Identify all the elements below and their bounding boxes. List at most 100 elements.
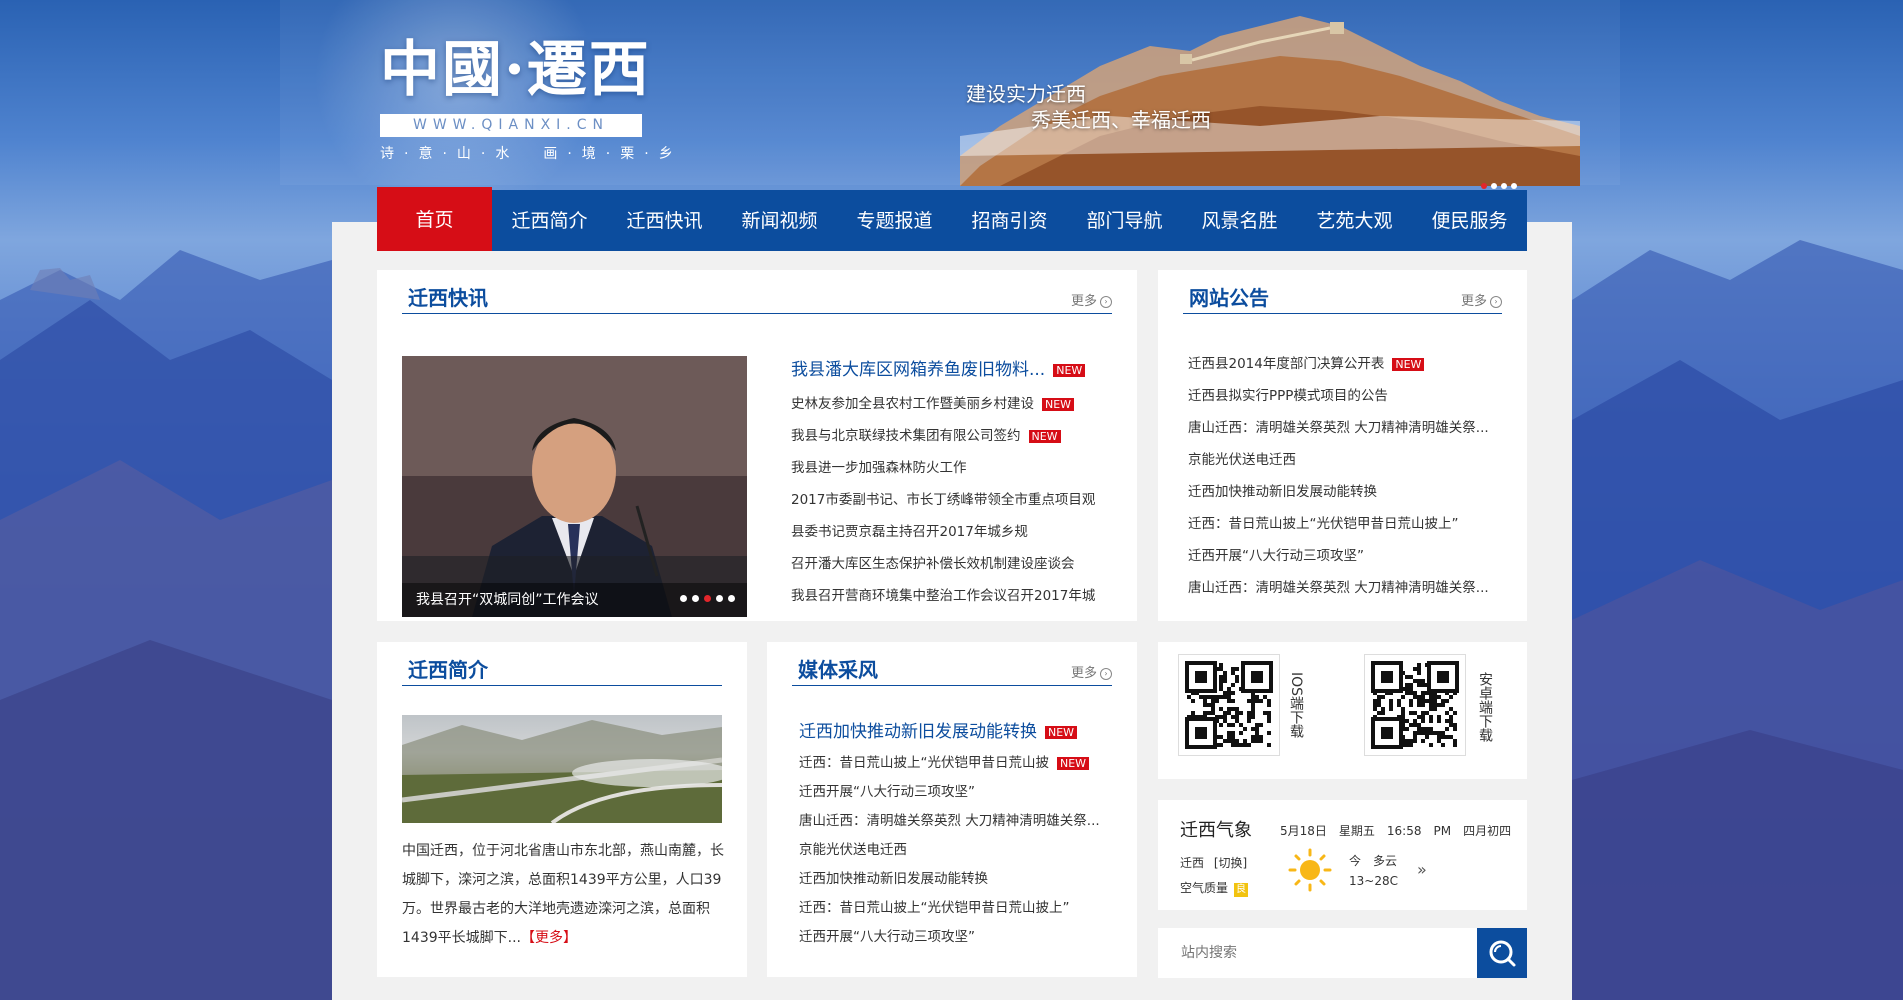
news-panel-title: 迁西快讯 xyxy=(408,286,488,310)
list-item[interactable]: 我县潘大库区网箱养鱼废旧物料... NEW xyxy=(791,352,1116,388)
notice-panel: 网站公告 更多 › 迁西县2014年度部门决算公开表 NEW 迁西县拟实行PPP模式项… xyxy=(1158,270,1527,621)
intro-more-link[interactable]: 【更多】 xyxy=(521,930,577,946)
slide-dot[interactable] xyxy=(728,595,735,602)
notice-panel-title: 网站公告 xyxy=(1189,286,1269,310)
list-item[interactable]: 我县召开营商环境集中整治工作会议召开2017年城 xyxy=(791,580,1116,612)
logo-url: WWW.QIANXI.CN xyxy=(380,114,642,137)
media-more-link[interactable]: 更多 › xyxy=(1071,662,1112,681)
list-item[interactable]: 京能光伏送电迁西 xyxy=(799,836,1124,865)
nav-video[interactable]: 新闻视频 xyxy=(722,190,837,251)
nav-departments[interactable]: 部门导航 xyxy=(1067,190,1182,251)
search-icon xyxy=(1489,940,1516,967)
list-item[interactable]: 我县进一步加强森林防火工作 xyxy=(791,452,1116,484)
site-logo[interactable]: 中國·遷西 WWW.QIANXI.CN 诗·意·山·水 画·境·栗·乡 xyxy=(380,38,683,163)
weather-switch-link[interactable]: [切换] xyxy=(1214,856,1247,870)
banner-dot[interactable] xyxy=(1491,183,1497,189)
notice-panel-header: 网站公告 更多 › xyxy=(1183,283,1502,314)
list-item-text: 唐山迁西：清明雄关祭英烈 大刀精神清明雄关祭... xyxy=(799,813,1100,829)
media-panel-title: 媒体采风 xyxy=(798,658,878,682)
search-input[interactable] xyxy=(1158,928,1468,978)
chevron-right-icon: › xyxy=(1100,295,1112,308)
android-download-label[interactable]: 安卓端下载 xyxy=(1475,672,1495,746)
banner-dot[interactable] xyxy=(1481,183,1487,189)
list-item[interactable]: 唐山迁西：清明雄关祭英烈 大刀精神清明雄关祭... xyxy=(799,807,1124,836)
sunny-weather-icon xyxy=(1288,848,1332,892)
list-item[interactable]: 唐山迁西：清明雄关祭英烈 大刀精神清明雄关祭... xyxy=(1188,572,1508,604)
nav-news[interactable]: 迁西快讯 xyxy=(607,190,722,251)
list-item-text: 县委书记贾京磊主持召开2017年城乡规 xyxy=(791,524,1028,540)
slide-dot[interactable] xyxy=(692,595,699,602)
nav-arts[interactable]: 艺苑大观 xyxy=(1297,190,1412,251)
list-item-text: 2017市委副书记、市长丁绣峰带领全市重点项目观 xyxy=(791,492,1096,508)
list-item[interactable]: 史林友参加全县农村工作暨美丽乡村建设 NEW xyxy=(791,388,1116,420)
list-item-text: 迁西：昔日荒山披上“光伏铠甲昔日荒山披上” xyxy=(799,900,1070,916)
news-panel: 迁西快讯 更多 › 我县召开“双城同创”工作会议 我县潘大库区网箱养鱼废旧物料..… xyxy=(377,270,1137,621)
intro-photo[interactable] xyxy=(402,715,722,823)
slide-dot[interactable] xyxy=(704,595,711,602)
list-item[interactable]: 迁西开展“八大行动三项攻坚” xyxy=(799,923,1124,952)
qr-code-icon xyxy=(1371,661,1459,749)
list-item[interactable]: 唐山迁西：清明雄关祭英烈 大刀精神清明雄关祭... xyxy=(1188,412,1508,444)
more-label: 更多 xyxy=(1460,294,1487,309)
new-badge: NEW xyxy=(1042,397,1075,411)
air-quality-label: 空气质量 xyxy=(1180,881,1229,895)
site-search xyxy=(1158,928,1527,978)
list-item-text: 迁西加快推动新旧发展动能转换 xyxy=(799,871,988,887)
nav-intro[interactable]: 迁西简介 xyxy=(492,190,607,251)
slide-dot[interactable] xyxy=(680,595,687,602)
list-item-text: 我县召开营商环境集中整治工作会议召开2017年城 xyxy=(791,588,1096,604)
new-badge: NEW xyxy=(1392,357,1425,371)
list-item-text: 我县潘大库区网箱养鱼废旧物料... xyxy=(791,360,1046,380)
air-quality-badge: 良 xyxy=(1234,883,1249,897)
weather-title: 迁西气象 xyxy=(1180,820,1252,841)
list-item[interactable]: 迁西加快推动新旧发展动能转换 xyxy=(1188,476,1508,508)
new-badge: NEW xyxy=(1045,725,1078,739)
list-item[interactable]: 迁西加快推动新旧发展动能转换 NEW xyxy=(799,716,1124,749)
list-item[interactable]: 迁西县2014年度部门决算公开表 NEW xyxy=(1188,348,1508,380)
news-slideshow[interactable]: 我县召开“双城同创”工作会议 xyxy=(402,356,747,617)
qr-code-icon xyxy=(1185,661,1273,749)
list-item[interactable]: 迁西县拟实行PPP模式项目的公告 xyxy=(1188,380,1508,412)
list-item-text: 唐山迁西：清明雄关祭英烈 大刀精神清明雄关祭... xyxy=(1188,420,1489,436)
list-item[interactable]: 迁西开展“八大行动三项攻坚” xyxy=(1188,540,1508,572)
list-item[interactable]: 京能光伏送电迁西 xyxy=(1188,444,1508,476)
more-label: 更多 xyxy=(1070,294,1097,309)
list-item[interactable]: 2017市委副书记、市长丁绣峰带领全市重点项目观 xyxy=(791,484,1116,516)
list-item[interactable]: 我县与北京联绿技术集团有限公司签约 NEW xyxy=(791,420,1116,452)
list-item-text: 史林友参加全县农村工作暨美丽乡村建设 xyxy=(791,396,1034,412)
nav-investment[interactable]: 招商引资 xyxy=(952,190,1067,251)
list-item-text: 迁西：昔日荒山披上“光伏铠甲昔日荒山披上” xyxy=(1188,516,1459,532)
news-more-link[interactable]: 更多 › xyxy=(1071,290,1112,309)
slide-pager xyxy=(675,587,735,606)
nav-scenery[interactable]: 风景名胜 xyxy=(1182,190,1297,251)
weather-forecast-arrow-icon[interactable]: » xyxy=(1417,860,1427,879)
list-item[interactable]: 迁西加快推动新旧发展动能转换 xyxy=(799,865,1124,894)
search-button[interactable] xyxy=(1477,928,1527,978)
logo-motto: 诗·意·山·水 画·境·栗·乡 xyxy=(380,146,683,162)
intro-panel-header: 迁西简介 xyxy=(402,655,722,686)
ios-download-label[interactable]: IOS端下载 xyxy=(1286,672,1306,742)
notice-more-link[interactable]: 更多 › xyxy=(1461,290,1502,309)
banner-dot[interactable] xyxy=(1511,183,1517,189)
android-qr-code[interactable] xyxy=(1364,654,1466,756)
news-list: 我县潘大库区网箱养鱼废旧物料... NEW 史林友参加全县农村工作暨美丽乡村建设 NE… xyxy=(791,352,1116,612)
notice-list: 迁西县2014年度部门决算公开表 NEW 迁西县拟实行PPP模式项目的公告 唐山迁西：… xyxy=(1188,348,1508,604)
list-item-text: 迁西开展“八大行动三项攻坚” xyxy=(799,784,975,800)
media-list: 迁西加快推动新旧发展动能转换 NEW 迁西：昔日荒山披上“光伏铠甲昔日荒山披 NEW 迁… xyxy=(799,716,1124,952)
ios-qr-code[interactable] xyxy=(1178,654,1280,756)
media-panel: 媒体采风 更多 › 迁西加快推动新旧发展动能转换 NEW 迁西：昔日荒山披上“光伏铠甲… xyxy=(767,642,1137,977)
list-item[interactable]: 召开潘大库区生态保护补偿长效机制建设座谈会 xyxy=(791,548,1116,580)
list-item[interactable]: 迁西：昔日荒山披上“光伏铠甲昔日荒山披上” xyxy=(799,894,1124,923)
new-badge: NEW xyxy=(1057,756,1090,770)
nav-services[interactable]: 便民服务 xyxy=(1412,190,1527,251)
chevron-right-icon: › xyxy=(1100,667,1112,680)
weather-panel: 迁西气象 5月18日 星期五 16:58 PM 四月初四 迁西 [切换] 空气质… xyxy=(1158,800,1527,910)
nav-topics[interactable]: 专题报道 xyxy=(837,190,952,251)
banner-dot[interactable] xyxy=(1501,183,1507,189)
list-item[interactable]: 迁西：昔日荒山披上“光伏铠甲昔日荒山披上” xyxy=(1188,508,1508,540)
slide-dot[interactable] xyxy=(716,595,723,602)
nav-home[interactable]: 首页 xyxy=(377,187,492,251)
list-item[interactable]: 迁西开展“八大行动三项攻坚” xyxy=(799,778,1124,807)
list-item[interactable]: 县委书记贾京磊主持召开2017年城乡规 xyxy=(791,516,1116,548)
list-item[interactable]: 迁西：昔日荒山披上“光伏铠甲昔日荒山披 NEW xyxy=(799,749,1124,778)
